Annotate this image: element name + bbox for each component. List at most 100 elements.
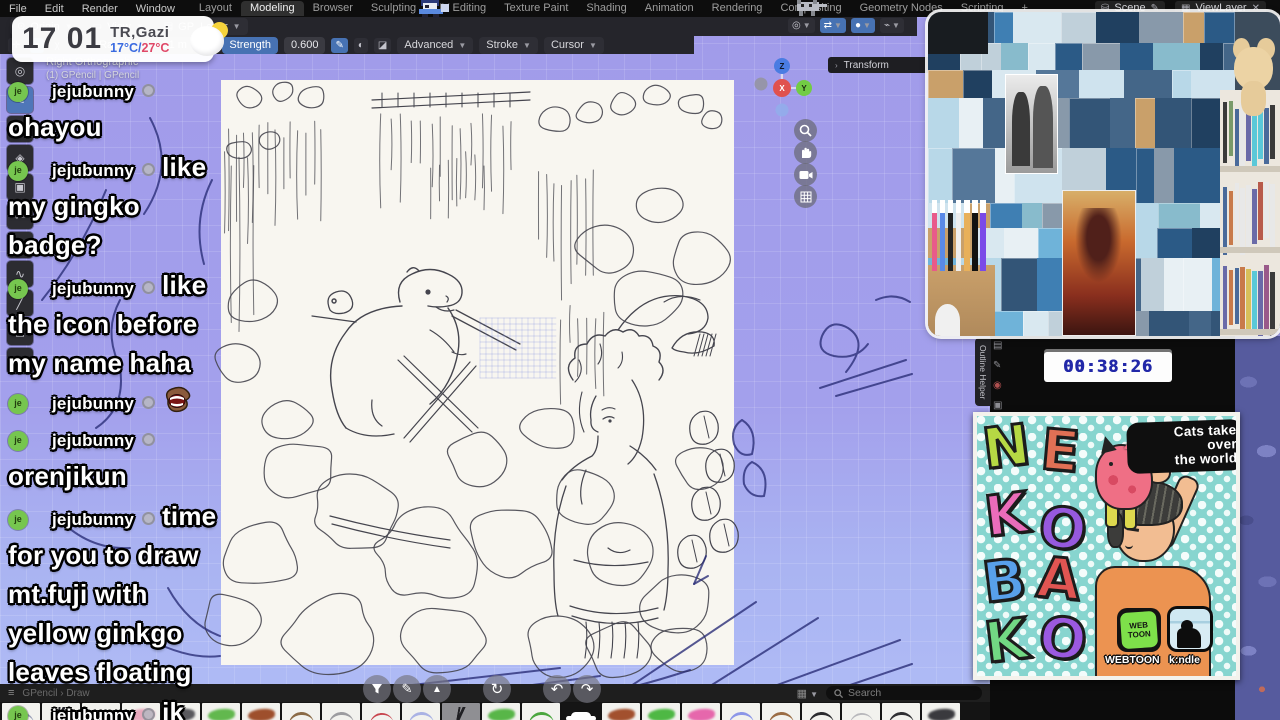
menu-edit[interactable]: Edit xyxy=(36,3,73,15)
brush-tile[interactable] xyxy=(722,703,760,720)
brush-tile[interactable] xyxy=(642,703,680,720)
collapse-button[interactable]: ▲ xyxy=(423,675,451,703)
poster-tile xyxy=(1135,98,1158,150)
camera-view-button[interactable] xyxy=(794,163,817,186)
webtoon-label: WEBTOON xyxy=(1105,654,1160,666)
chat-username[interactable]: jejubunny xyxy=(52,161,134,180)
workspace-tabs: Layout Modeling Browser Sculpting UV Editing… xyxy=(190,1,1037,16)
page-icon[interactable]: ▤ xyxy=(993,340,1002,351)
clock-location: TR,Gazi xyxy=(110,23,170,41)
brush-tile[interactable] xyxy=(322,703,360,720)
brush-tile[interactable] xyxy=(562,703,600,720)
menu-file[interactable]: File xyxy=(0,3,36,15)
stroke-dropdown[interactable]: Stroke ▼ xyxy=(479,36,538,54)
zoom-button[interactable] xyxy=(794,119,817,142)
chat-username[interactable]: jejubunny xyxy=(52,82,134,101)
chat-username[interactable]: jejubunny xyxy=(52,431,134,450)
brush-tile[interactable] xyxy=(482,703,520,720)
overlay-icon[interactable]: ⌁ ▼ xyxy=(879,18,904,33)
chat-username[interactable]: jejubunny xyxy=(52,706,134,720)
menu-window[interactable]: Window xyxy=(127,3,184,15)
brush-tile[interactable] xyxy=(242,703,280,720)
chat-avatar[interactable]: je xyxy=(8,705,28,720)
edit-button[interactable]: ✎ xyxy=(393,675,421,703)
brush-tile[interactable] xyxy=(522,703,560,720)
grid-toggle-button[interactable] xyxy=(794,185,817,208)
display-mode-icon[interactable]: ▦ ▼ xyxy=(797,687,818,700)
book-spine xyxy=(1252,189,1258,245)
brush-tile[interactable] xyxy=(602,703,640,720)
book-spine xyxy=(1240,266,1246,332)
shelf-board xyxy=(1220,328,1280,335)
brush-tile[interactable] xyxy=(402,703,440,720)
chat-username[interactable]: jejubunny xyxy=(52,279,134,298)
brush-tile[interactable] xyxy=(842,703,880,720)
world-icon[interactable]: ◉ xyxy=(993,380,1002,391)
axis-gizmo[interactable]: Z Y X xyxy=(752,54,816,120)
annotate-icon[interactable]: ◎ ▼ xyxy=(788,18,815,33)
webcam-view xyxy=(928,12,1280,336)
tab-layout[interactable]: Layout xyxy=(190,1,241,16)
poster-tile xyxy=(958,98,986,150)
poster-tile xyxy=(1055,43,1085,73)
chat-avatar[interactable]: je xyxy=(8,430,28,451)
strength-toggle[interactable]: Strength xyxy=(222,36,278,54)
falloff-icon[interactable]: ● ▼ xyxy=(850,18,875,33)
redo-button[interactable]: ↷ xyxy=(573,675,601,703)
poster-tile xyxy=(1124,70,1174,100)
tab-shading[interactable]: Shading xyxy=(577,1,635,16)
poster-tile xyxy=(1163,257,1186,314)
outline-helper-tab[interactable]: Outline Helper xyxy=(975,338,991,406)
tab-browser[interactable]: Browser xyxy=(304,1,362,16)
brush-icon[interactable]: ✎ xyxy=(331,37,348,53)
tab-rendering[interactable]: Rendering xyxy=(703,1,772,16)
poster-tile xyxy=(1022,311,1051,336)
brush-tile[interactable] xyxy=(762,703,800,720)
screen: File Edit Render Window Layout Modeling Brows… xyxy=(0,0,1280,720)
invert-icon[interactable]: ◐ xyxy=(353,37,368,53)
brush-tile[interactable] xyxy=(282,703,320,720)
marker-pen xyxy=(947,199,954,272)
undo-button[interactable]: ↶ xyxy=(543,675,571,703)
chat-username[interactable]: jejubunny xyxy=(52,510,134,529)
poster-tile xyxy=(1149,311,1192,336)
poster-tile xyxy=(951,147,998,205)
transform-panel-tab[interactable]: › Transform xyxy=(828,57,937,73)
refresh-icon: ↻ xyxy=(490,681,504,698)
strength-value[interactable]: 0.600 xyxy=(283,36,326,54)
brush-tile[interactable] xyxy=(442,703,480,720)
brush-tile[interactable] xyxy=(882,703,920,720)
texture-icon[interactable]: ◪ xyxy=(373,37,392,53)
chat-avatar[interactable]: je xyxy=(8,278,28,299)
snap-icon[interactable]: ⇄ ▼ xyxy=(819,18,846,33)
pan-button[interactable] xyxy=(794,141,817,164)
chat-avatar[interactable]: je xyxy=(8,509,28,530)
poster-tile xyxy=(1119,43,1155,73)
chat-avatar[interactable]: je xyxy=(8,81,28,102)
chat-username[interactable]: jejubunny xyxy=(52,394,134,413)
tab-modeling[interactable]: Modeling xyxy=(240,1,304,16)
axis-z-label: Z xyxy=(780,62,785,71)
chat-avatar[interactable]: je xyxy=(8,160,28,181)
funnel-button[interactable] xyxy=(363,675,391,703)
monitor-icon[interactable]: ▣ xyxy=(993,400,1002,411)
brush-tile[interactable] xyxy=(802,703,840,720)
cursor-dropdown[interactable]: Cursor ▼ xyxy=(543,36,604,54)
brush-tile[interactable] xyxy=(682,703,720,720)
chevron-right-icon: › xyxy=(835,60,838,70)
scream-emote xyxy=(166,386,191,413)
brush-tile[interactable] xyxy=(922,703,960,720)
poster-tile xyxy=(1174,147,1226,205)
refresh-button[interactable]: ↻ xyxy=(483,675,511,703)
drawing-page[interactable] xyxy=(221,80,734,665)
menu-render[interactable]: Render xyxy=(73,3,127,15)
chat-avatar[interactable]: je xyxy=(8,393,28,414)
search-input[interactable]: Search xyxy=(826,686,982,700)
brush-icon[interactable]: ✎ xyxy=(993,360,1002,371)
tab-animation[interactable]: Animation xyxy=(636,1,703,16)
brush-tile[interactable] xyxy=(362,703,400,720)
advanced-dropdown[interactable]: Advanced ▼ xyxy=(397,36,474,54)
tab-texture-paint[interactable]: Texture Paint xyxy=(495,1,577,16)
poster-tile xyxy=(1141,257,1166,314)
poster-tile xyxy=(1110,98,1138,150)
